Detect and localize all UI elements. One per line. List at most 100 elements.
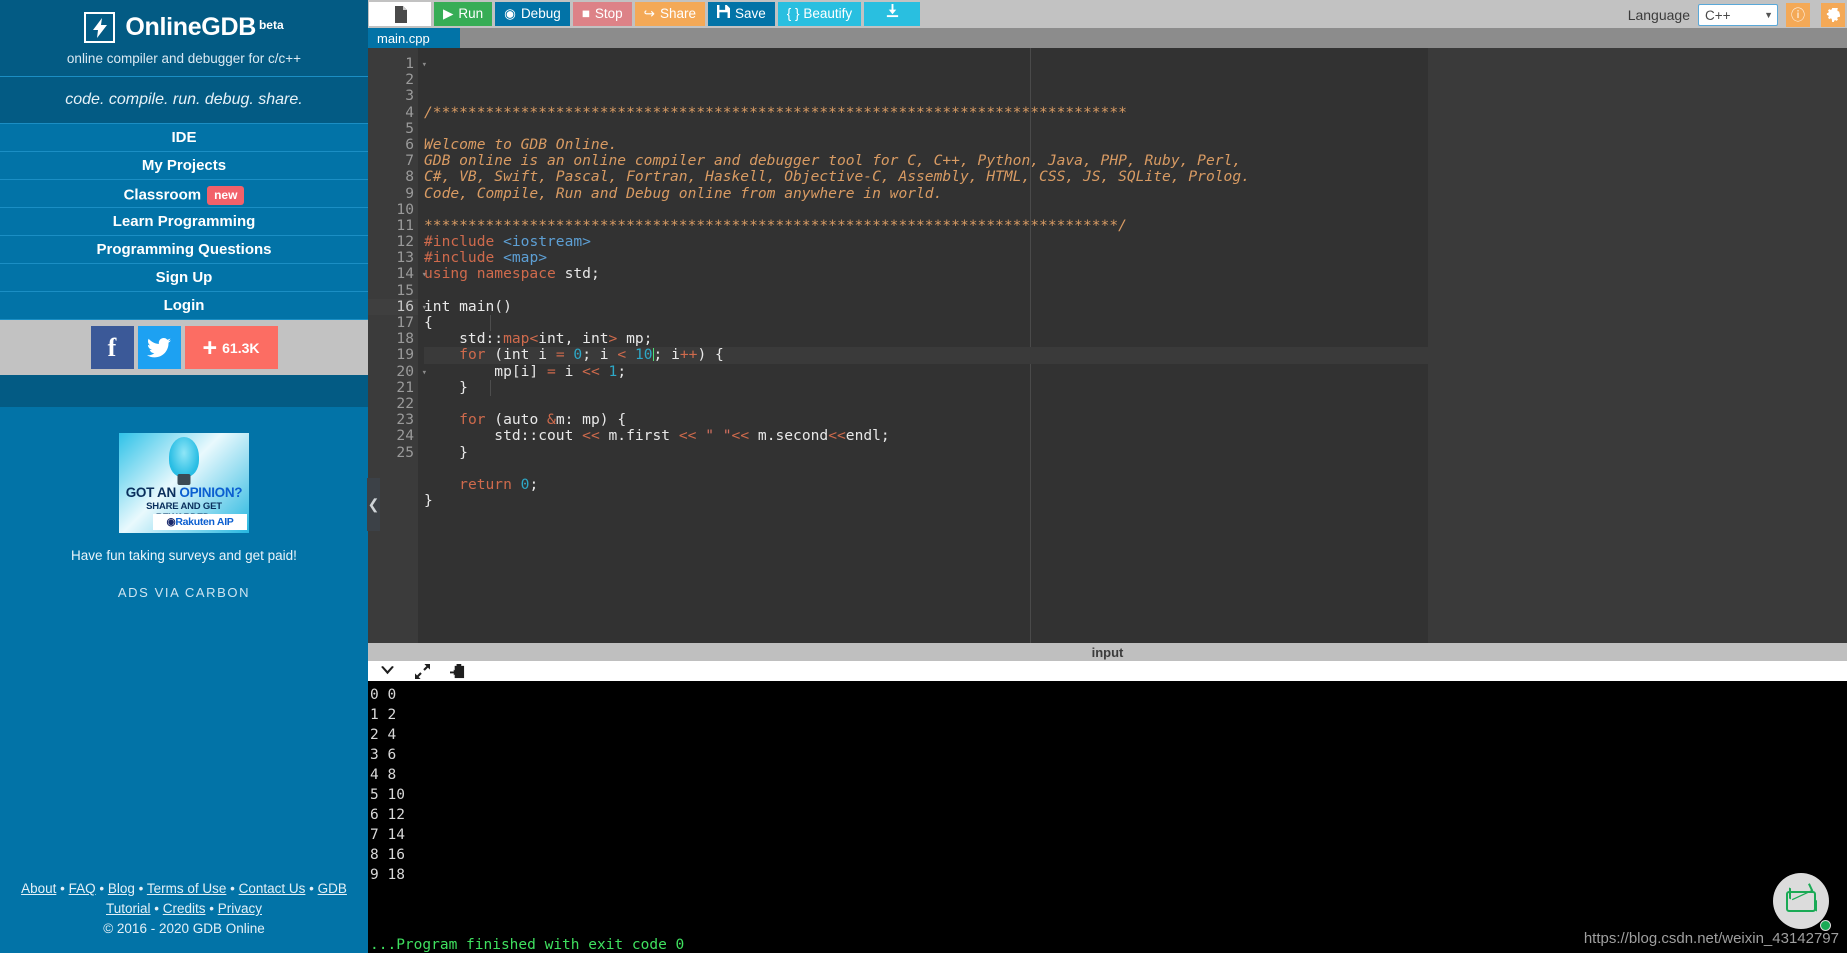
line-number: 23 xyxy=(396,411,414,429)
console-header: input xyxy=(368,643,1847,661)
tab-main-cpp[interactable]: main.cpp xyxy=(368,28,460,48)
console-output[interactable]: 0 01 22 43 64 85 10 6 12 7 14 8 16 9 18 ...P… xyxy=(368,681,1847,953)
tab-bar: main.cpp xyxy=(368,28,1847,48)
badge-new: new xyxy=(207,186,245,205)
copyright: © 2016 - 2020 GDB Online xyxy=(103,921,265,936)
run-label: Run xyxy=(458,6,484,21)
sidebar-item-ide[interactable]: IDE xyxy=(0,124,368,152)
file-icon[interactable] xyxy=(369,2,431,26)
line-number: 22 xyxy=(396,394,414,412)
facebook-icon[interactable]: f xyxy=(90,326,134,369)
toolbar: ▶ Run ◉ Debug ■ Stop ↪ Share Save {} Be… xyxy=(368,0,1847,28)
debug-label: Debug xyxy=(520,6,561,21)
sidebar: OnlineGDB beta online compiler and debugg… xyxy=(0,0,380,953)
console-header-title: input xyxy=(1091,644,1124,660)
onlinegdb-app: OnlineGDB beta online compiler and debugg… xyxy=(0,0,1847,953)
sidebar-item-programming-questions[interactable]: Programming Questions xyxy=(0,236,368,264)
editor-right-background xyxy=(1428,48,1847,643)
line-number: 13 xyxy=(396,249,414,267)
line-number: 1 ▾ xyxy=(405,55,427,72)
line-number: 8 xyxy=(405,168,414,186)
social-buttons: f + 61.3K xyxy=(0,320,368,375)
console-line: 8 16 xyxy=(370,847,405,863)
language-controls: Language C++ ▼ ⓘ xyxy=(1628,2,1847,28)
gear-icon[interactable] xyxy=(1821,3,1845,27)
console-output-lines: 0 0 1 2 2 4 3 6 4 8 5 10 6 12 7 14 8 16 9 18 xyxy=(370,685,1847,885)
beautify-button[interactable]: { } Beautify xyxy=(777,2,862,26)
debug-button[interactable]: ◉ Debug xyxy=(495,2,570,26)
ads-via-carbon-link[interactable]: ADS VIA CARBON xyxy=(118,585,250,600)
footer-link-privacy[interactable]: Privacy xyxy=(218,901,262,916)
line-number: 10 xyxy=(396,200,414,218)
chevron-down-icon[interactable] xyxy=(380,665,395,677)
ad-image[interactable]: GOT AN OPINION? SHARE AND GET REWARDED. … xyxy=(119,433,249,533)
footer-link-faq[interactable]: FAQ xyxy=(69,881,96,896)
main-panel: ▶ Run ◉ Debug ■ Stop ↪ Share Save {} Be… xyxy=(368,0,1847,953)
info-icon[interactable]: ⓘ xyxy=(1786,3,1810,27)
line-number: 24 xyxy=(396,427,414,445)
code-editor[interactable]: 1 ▾ 2 3 4 5 6 7 8 9 10 11 12 13 14 ▾ 15 16 ▾ 17 18 19 20 ▾ 21 22 2… xyxy=(368,48,1847,643)
console-line: 1 2 xyxy=(370,707,397,723)
line-number: 15 xyxy=(396,281,414,299)
sidebar-item-sign-up[interactable]: Sign Up xyxy=(0,264,368,292)
sidebar-nav: IDE My Projects Classroom new Learn Programm… xyxy=(0,124,368,320)
line-number: 12 xyxy=(396,233,414,251)
download-button[interactable] xyxy=(864,2,921,26)
footer-link-credits[interactable]: Credits xyxy=(163,901,206,916)
sidebar-item-my-projects[interactable]: My Projects xyxy=(0,152,368,180)
sidebar-item-classroom[interactable]: Classroom new xyxy=(0,180,368,208)
sidebar-divider xyxy=(0,375,368,407)
lightbulb-icon xyxy=(169,437,199,477)
sidebar-item-login[interactable]: Login xyxy=(0,292,368,320)
line-number: 21 xyxy=(396,378,414,396)
sidebar-slogan: code. compile. run. debug. share. xyxy=(0,77,368,124)
stop-button[interactable]: ■ Stop xyxy=(572,2,632,26)
line-number: 6 xyxy=(405,135,414,153)
sidebar-collapse-handle[interactable]: ❮ xyxy=(367,478,380,531)
share-button[interactable]: ↪ Share xyxy=(634,2,706,26)
line-number: 3 xyxy=(405,87,414,105)
sidebar-footer: About • FAQ • Blog • Terms of Use • Cont… xyxy=(0,869,368,953)
footer-link-terms-of-use[interactable]: Terms of Use xyxy=(147,881,227,896)
line-number: 19 xyxy=(396,346,414,364)
google-plus-button[interactable]: + 61.3K xyxy=(184,326,278,369)
line-number: 9 xyxy=(405,184,414,202)
ad-block: GOT AN OPINION? SHARE AND GET REWARDED. … xyxy=(0,407,368,869)
expand-arrows-icon[interactable] xyxy=(415,663,430,679)
bolt-icon xyxy=(84,12,116,43)
ad-headline: GOT AN OPINION? xyxy=(125,485,243,500)
console-line: 6 12 xyxy=(370,807,405,823)
console-toolbar xyxy=(368,661,1847,681)
console-line: 5 10 xyxy=(370,787,405,803)
brand-tagline: online compiler and debugger for c/c++ xyxy=(66,51,302,66)
sidebar-item-label: My Projects xyxy=(141,157,227,174)
footer-link-blog[interactable]: Blog xyxy=(108,881,135,896)
footer-link-about[interactable]: About xyxy=(21,881,56,896)
footer-separator: • xyxy=(56,881,69,896)
sidebar-item-learn-programming[interactable]: Learn Programming xyxy=(0,208,368,236)
line-number: 14 ▾ xyxy=(396,265,427,283)
line-number: 7 xyxy=(405,152,414,170)
google-plus-count: 61.3K xyxy=(222,339,260,356)
sidebar-item-label: Classroom xyxy=(123,186,202,204)
language-select[interactable]: C++ ▼ xyxy=(1698,4,1778,26)
chat-bubble-button[interactable] xyxy=(1773,873,1829,929)
sidebar-item-label: Login xyxy=(163,297,205,314)
run-button[interactable]: ▶ Run xyxy=(434,2,493,26)
save-button[interactable]: Save xyxy=(708,2,775,26)
envelope-icon xyxy=(1786,890,1816,912)
floppy-icon xyxy=(717,2,731,26)
console-line: 7 14 xyxy=(370,827,405,843)
footer-separator: • xyxy=(305,881,318,896)
footer-link-contact-us[interactable]: Contact Us xyxy=(239,881,306,896)
brand-block[interactable]: OnlineGDB beta online compiler and debugg… xyxy=(0,0,368,77)
twitter-icon[interactable] xyxy=(137,326,181,369)
line-number: 4 xyxy=(405,103,414,121)
console-line: 4 8 xyxy=(370,767,397,783)
clipboard-paste-icon[interactable] xyxy=(450,663,465,679)
stop-icon: ■ xyxy=(581,6,590,21)
share-icon: ↪ xyxy=(643,6,655,21)
language-value: C++ xyxy=(1705,7,1731,23)
sidebar-item-label: Learn Programming xyxy=(112,213,256,230)
